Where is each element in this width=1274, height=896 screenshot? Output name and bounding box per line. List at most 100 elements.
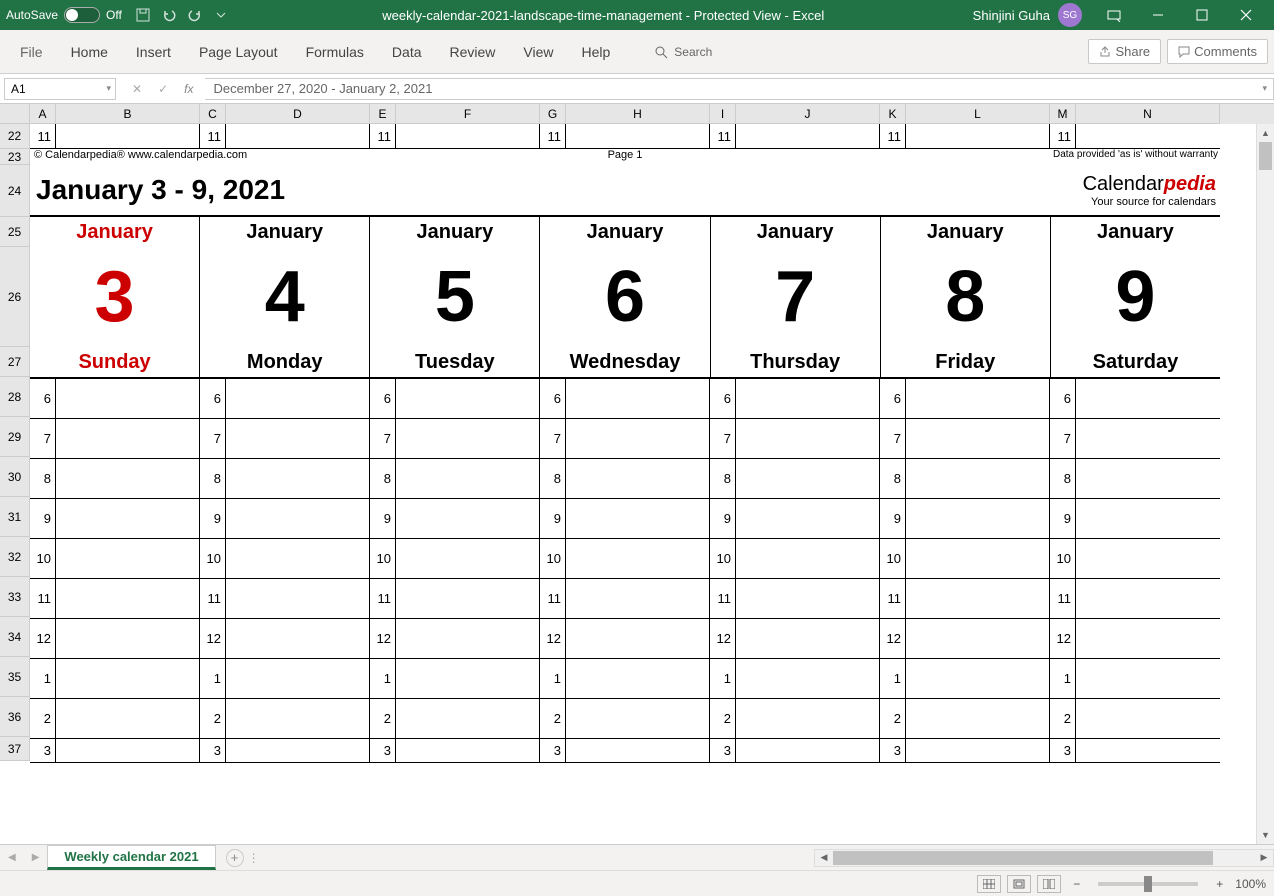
slot-cell[interactable]: [226, 539, 370, 578]
tab-page-layout[interactable]: Page Layout: [185, 30, 292, 74]
row-header[interactable]: 22: [0, 124, 30, 149]
scroll-up-icon[interactable]: ▲: [1257, 124, 1274, 142]
ribbon-display-icon[interactable]: [1092, 0, 1136, 30]
slot-cell[interactable]: [906, 539, 1050, 578]
slot-cell[interactable]: [566, 699, 710, 738]
hour-cell[interactable]: 7: [710, 419, 736, 458]
slot-cell[interactable]: [56, 659, 200, 698]
hour-cell[interactable]: 11: [30, 579, 56, 618]
hour-cell[interactable]: 10: [30, 539, 56, 578]
day-header[interactable]: January6Wednesday: [540, 217, 710, 377]
hour-row[interactable]: 3333333: [30, 739, 1220, 763]
hour-row[interactable]: 7777777: [30, 419, 1220, 459]
slot-cell[interactable]: [736, 379, 880, 418]
hour-cell[interactable]: 1: [880, 659, 906, 698]
sheet-tab-active[interactable]: Weekly calendar 2021: [47, 845, 215, 870]
hour-cell[interactable]: 11: [1050, 124, 1076, 149]
hour-row[interactable]: 6666666: [30, 379, 1220, 419]
col-header[interactable]: L: [906, 104, 1050, 124]
slot-cell[interactable]: [56, 499, 200, 538]
slot-cell[interactable]: [1076, 699, 1220, 738]
hour-cell[interactable]: 12: [710, 619, 736, 658]
slot-cell[interactable]: [906, 419, 1050, 458]
hour-row[interactable]: 1111111: [30, 659, 1220, 699]
hour-cell[interactable]: 7: [540, 419, 566, 458]
hour-cell[interactable]: 3: [1050, 739, 1076, 762]
hour-cell[interactable]: 1: [30, 659, 56, 698]
tab-split-icon[interactable]: ⋮: [248, 851, 256, 865]
slot-cell[interactable]: [906, 619, 1050, 658]
row-header[interactable]: 27: [0, 347, 30, 377]
row-header[interactable]: 32: [0, 537, 30, 577]
hour-cell[interactable]: 11: [880, 124, 906, 149]
hour-cell[interactable]: 8: [30, 459, 56, 498]
row-header[interactable]: 37: [0, 737, 30, 761]
col-header[interactable]: D: [226, 104, 370, 124]
hour-cell[interactable]: 6: [880, 379, 906, 418]
slot-cell[interactable]: [906, 379, 1050, 418]
slot-cell[interactable]: [566, 659, 710, 698]
day-header[interactable]: January3Sunday: [30, 217, 200, 377]
hour-cell[interactable]: 11: [710, 124, 736, 149]
user-avatar[interactable]: SG: [1058, 3, 1082, 27]
hour-cell[interactable]: 9: [880, 499, 906, 538]
row-header[interactable]: 35: [0, 657, 30, 697]
slot-cell[interactable]: [566, 459, 710, 498]
hour-cell[interactable]: 3: [370, 739, 396, 762]
row-header[interactable]: 24: [0, 165, 30, 217]
slot-cell[interactable]: [1076, 379, 1220, 418]
row-header[interactable]: 36: [0, 697, 30, 737]
tab-insert[interactable]: Insert: [122, 30, 185, 74]
hour-cell[interactable]: 8: [880, 459, 906, 498]
slot-cell[interactable]: [736, 659, 880, 698]
slot-cell[interactable]: [396, 699, 540, 738]
hour-cell[interactable]: 11: [540, 124, 566, 149]
slot-cell[interactable]: [396, 659, 540, 698]
slot-cell[interactable]: [906, 699, 1050, 738]
hour-cell[interactable]: 3: [30, 739, 56, 762]
hour-cell[interactable]: 6: [30, 379, 56, 418]
day-header[interactable]: January8Friday: [881, 217, 1051, 377]
hour-cell[interactable]: 2: [1050, 699, 1076, 738]
row-header[interactable]: 29: [0, 417, 30, 457]
hour-cell[interactable]: 9: [710, 499, 736, 538]
hour-cell[interactable]: 2: [200, 699, 226, 738]
slot-cell[interactable]: [566, 619, 710, 658]
hour-cell[interactable]: 11: [370, 579, 396, 618]
slot-cell[interactable]: [396, 379, 540, 418]
cancel-formula-icon[interactable]: ✕: [126, 82, 148, 96]
slot-cell[interactable]: [56, 579, 200, 618]
hour-cell[interactable]: 10: [710, 539, 736, 578]
hour-cell[interactable]: 11: [540, 579, 566, 618]
slot-cell[interactable]: [1076, 459, 1220, 498]
col-header[interactable]: E: [370, 104, 396, 124]
hour-cell[interactable]: 10: [540, 539, 566, 578]
close-icon[interactable]: [1224, 0, 1268, 30]
table-row[interactable]: 11 11 11 11 11 11 11: [30, 124, 1220, 149]
tab-review[interactable]: Review: [436, 30, 510, 74]
col-header[interactable]: K: [880, 104, 906, 124]
col-header[interactable]: C: [200, 104, 226, 124]
scrollbar-thumb[interactable]: [1259, 142, 1272, 170]
hour-cell[interactable]: 8: [370, 459, 396, 498]
autosave-toggle[interactable]: AutoSave Off: [6, 7, 122, 23]
slot-cell[interactable]: [736, 619, 880, 658]
slot-cell[interactable]: [396, 499, 540, 538]
slot-cell[interactable]: [1076, 419, 1220, 458]
zoom-level[interactable]: 100%: [1235, 877, 1266, 891]
footer-row[interactable]: © Calendarpedia® www.calendarpedia.com P…: [30, 149, 1220, 165]
horizontal-scrollbar[interactable]: ◀ ▶: [814, 849, 1274, 867]
enter-formula-icon[interactable]: ✓: [152, 82, 174, 96]
comments-button[interactable]: Comments: [1167, 39, 1268, 64]
slot-cell[interactable]: [566, 419, 710, 458]
hour-cell[interactable]: 7: [30, 419, 56, 458]
row-header[interactable]: 31: [0, 497, 30, 537]
col-header[interactable]: J: [736, 104, 880, 124]
slot-cell[interactable]: [396, 579, 540, 618]
day-header[interactable]: January7Thursday: [711, 217, 881, 377]
slot-cell[interactable]: [56, 419, 200, 458]
tell-me-search[interactable]: Search: [654, 45, 712, 59]
hour-cell[interactable]: 11: [710, 579, 736, 618]
sheet-nav-next-icon[interactable]: ▶: [24, 852, 48, 863]
normal-view-icon[interactable]: [977, 875, 1001, 893]
